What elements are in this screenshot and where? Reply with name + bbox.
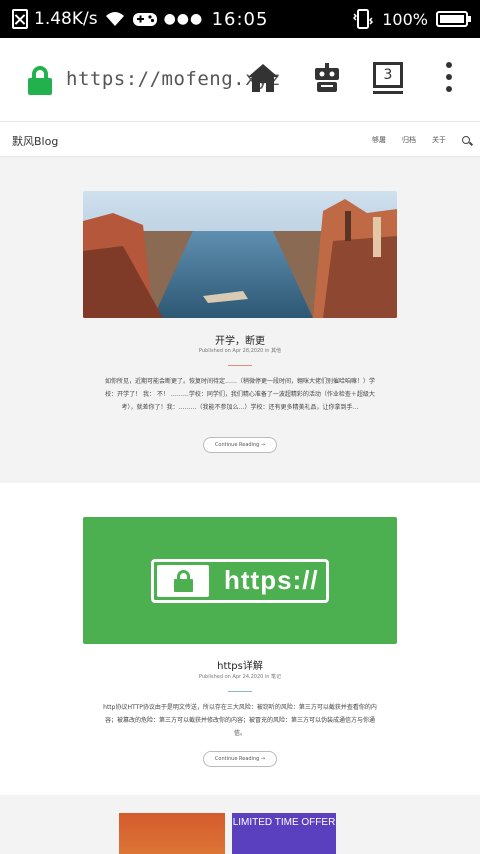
promo-image[interactable]: LIMITED TIME OFFER [119, 813, 339, 854]
post-excerpt: http协议HTTP协议由于是明文传送，所以存在三大风险：被窃听的风险：第三方可… [103, 704, 377, 737]
menu-icon[interactable] [444, 62, 454, 92]
robot-icon[interactable] [311, 62, 343, 94]
promo-art [119, 813, 225, 854]
post-divider [228, 365, 252, 366]
continue-reading-button[interactable]: Continue Reading → [203, 751, 277, 767]
post-card: LIMITED TIME OFFER [0, 795, 480, 854]
lock-icon[interactable] [28, 66, 52, 95]
search-icon[interactable] [462, 136, 470, 144]
post-image[interactable] [83, 191, 397, 318]
tabs-icon[interactable]: 3 [373, 62, 405, 96]
post-title[interactable]: https详解 [0, 657, 480, 672]
post-image[interactable]: https:// [83, 517, 397, 644]
https-badge: https:// [151, 558, 329, 603]
site-brand[interactable]: 默风Blog [12, 133, 58, 149]
post-card: 开学，断更 Published on Apr 28,2020 in 其他 如你所… [0, 157, 480, 483]
post-meta: Published on Apr 24,2020 in 笔记 [198, 674, 282, 680]
home-icon[interactable] [246, 62, 280, 94]
status-bar: 1.48K/s ●●● 16:05 100% [0, 0, 480, 38]
post-divider [228, 691, 252, 692]
site-nav: 够屠 归档 关于 [372, 135, 470, 145]
https-image-text: https:// [224, 565, 319, 595]
lock-icon [157, 564, 209, 597]
nav-item-1[interactable]: 够屠 [372, 135, 386, 145]
status-right: 100% [352, 8, 471, 30]
nav-item-about[interactable]: 关于 [432, 135, 446, 145]
promo-text: LIMITED TIME OFFER [232, 813, 336, 854]
vibrate-icon [353, 9, 374, 29]
tab-count: 3 [383, 67, 393, 83]
nav-item-archive[interactable]: 归档 [402, 135, 416, 145]
continue-reading-button[interactable]: Continue Reading → [203, 437, 277, 453]
site-header: 默风Blog 够屠 归档 关于 [0, 122, 480, 157]
battery-percent: 100% [382, 9, 428, 29]
post-meta: Published on Apr 28,2020 in 其他 [198, 348, 282, 354]
battery-icon [436, 11, 471, 27]
post-card: https:// https详解 Published on Apr 24,202… [0, 483, 480, 795]
post-title[interactable]: 开学，断更 [0, 332, 480, 347]
post-excerpt: 如你所见，近期可能会断更了。恢复时间待定……（稍微停更一段时间，翱咪大佬们别催哈… [104, 378, 375, 411]
browser-toolbar: https://mofeng.xyz 3 [0, 38, 480, 122]
